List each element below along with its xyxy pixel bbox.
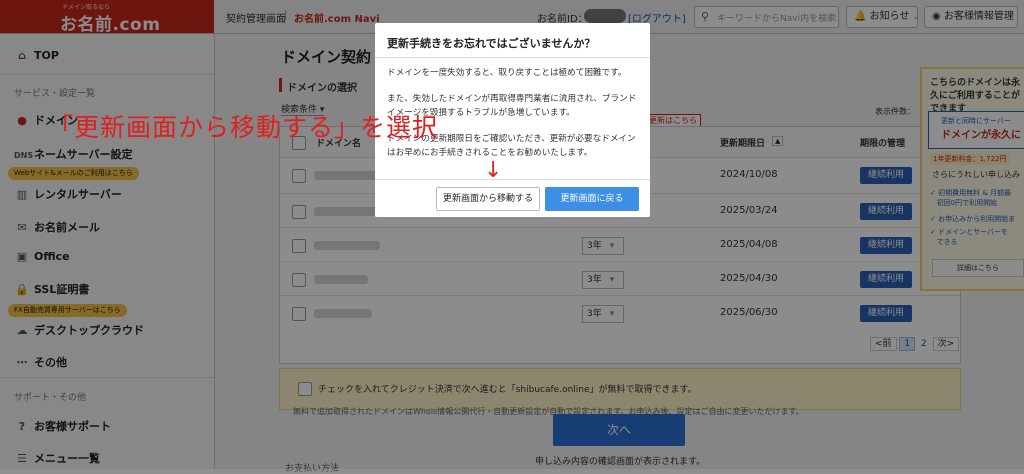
dialog-divider xyxy=(375,57,650,58)
annotation-caption: 「更新画面から移動する」を選択 xyxy=(48,113,439,142)
annotation-arrow-icon: ↓ xyxy=(484,158,503,183)
dialog-paragraph-1: ドメインを一度失効すると、取り戻すことは極めて困難です。 xyxy=(387,68,627,78)
dialog-title: 更新手続きをお忘れではございませんか？ xyxy=(387,37,596,50)
dialog-divider xyxy=(375,179,650,180)
move-from-renewal-button[interactable]: 更新画面から移動する xyxy=(436,187,540,211)
back-to-renewal-button[interactable]: 更新画面に戻る xyxy=(545,187,639,211)
